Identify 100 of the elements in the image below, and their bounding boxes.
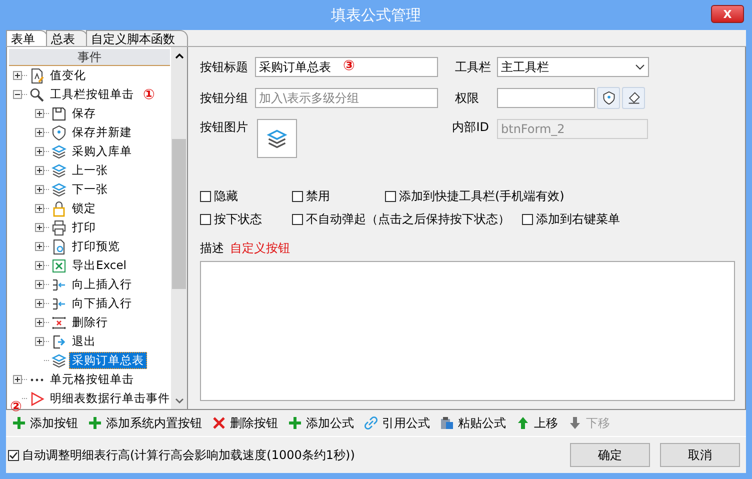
tab[interactable]: 总表	[46, 30, 88, 46]
shield-button[interactable]	[597, 87, 620, 109]
tree-item[interactable]: 打印	[69, 219, 99, 236]
checkbox[interactable]	[200, 191, 211, 202]
checkbox[interactable]	[292, 191, 303, 202]
tree-item[interactable]: 采购入库单	[69, 143, 135, 160]
tree-item[interactable]: 保存	[69, 105, 99, 122]
checkbox-label[interactable]: 添加到右键菜单	[536, 211, 620, 228]
tree-item[interactable]: 锁定	[69, 200, 99, 217]
layers-icon	[266, 128, 288, 150]
expander-toggle[interactable]	[35, 223, 44, 232]
expander-toggle[interactable]	[35, 299, 44, 308]
field-label: 权限	[454, 90, 480, 106]
expander-toggle[interactable]	[35, 280, 44, 289]
field-label: 描述	[200, 240, 224, 257]
expander-toggle[interactable]	[35, 109, 44, 118]
toolbar-button[interactable]: 上移	[516, 414, 558, 432]
chevron-up-icon[interactable]	[174, 52, 184, 58]
shield-icon	[51, 124, 67, 140]
save-icon	[51, 106, 67, 122]
toolbar-button[interactable]: 删除按钮	[212, 414, 278, 432]
insert-row-icon	[51, 276, 67, 292]
chevron-down-icon	[635, 64, 645, 70]
checkbox[interactable]	[200, 214, 211, 225]
group-field[interactable]: 加入\表示多级分组	[255, 88, 438, 108]
link-icon	[364, 416, 378, 430]
scrollbar[interactable]	[171, 47, 187, 409]
plus-icon	[12, 416, 26, 430]
magnifier-icon	[29, 86, 45, 102]
annotation-marker: ③	[343, 58, 355, 74]
toolbar-button[interactable]: 粘贴公式	[440, 414, 506, 432]
expander-toggle[interactable]	[13, 375, 22, 384]
tree-item[interactable]: 下一张	[69, 181, 111, 198]
expander-toggle[interactable]	[35, 337, 44, 346]
tree-item[interactable]: 导出Excel	[69, 257, 130, 274]
close-button[interactable]: X	[711, 5, 744, 23]
expander-toggle[interactable]	[35, 128, 44, 137]
description-value: 自定义按钮	[230, 240, 290, 257]
toolbar-dropdown[interactable]: 主工具栏	[497, 57, 649, 77]
plus-icon	[288, 416, 302, 430]
description-field[interactable]	[200, 261, 735, 401]
expander-toggle[interactable]	[35, 261, 44, 270]
checkbox-label[interactable]: 隐藏	[214, 188, 238, 205]
chevron-down-icon[interactable]	[174, 398, 184, 404]
field-label: 内部ID	[451, 119, 490, 136]
field-label: 按钮图片	[200, 119, 249, 136]
expander-toggle[interactable]	[35, 204, 44, 213]
checkbox-label[interactable]: 按下状态	[214, 211, 262, 228]
checkbox-label[interactable]: 自动调整明细表行高(计算行高会影响加载速度(1000条约1秒))	[22, 446, 355, 464]
checkbox-label[interactable]: 不自动弹起（点击之后保持按下状态）	[306, 211, 510, 228]
tree-item[interactable]: 向下插入行	[69, 295, 135, 312]
expander-toggle[interactable]	[13, 71, 22, 80]
arrow-up-icon	[516, 416, 530, 430]
permission-field[interactable]	[497, 88, 595, 108]
dialog-button[interactable]: 确定	[570, 443, 650, 467]
expander-toggle[interactable]	[35, 166, 44, 175]
tree-item[interactable]: 明细表数据行单击事件	[47, 390, 171, 407]
tree-item[interactable]: 打印预览	[69, 238, 123, 255]
shield-icon	[602, 91, 616, 105]
expander-toggle[interactable]	[35, 185, 44, 194]
toolbar-button[interactable]: 添加系统内置按钮	[88, 414, 202, 432]
exit-icon	[51, 334, 67, 350]
checkbox-label[interactable]: 禁用	[306, 188, 330, 205]
tree-item[interactable]: 值变化	[47, 67, 89, 84]
dialog-button[interactable]: 取消	[660, 443, 740, 467]
field-label: 按钮分组	[200, 90, 249, 106]
checkbox[interactable]	[385, 191, 396, 202]
tree-item[interactable]: 退出	[69, 333, 99, 350]
tab[interactable]: 表单	[6, 30, 48, 46]
checkbox-label[interactable]: 添加到快捷工具栏(手机端有效)	[399, 188, 564, 205]
layers-icon	[51, 144, 67, 160]
triangle-icon	[29, 390, 45, 406]
checkbox[interactable]	[522, 214, 533, 225]
expander-toggle[interactable]	[35, 242, 44, 251]
toolbar-button[interactable]: 引用公式	[364, 414, 430, 432]
delete-row-icon	[51, 314, 67, 330]
checkbox[interactable]	[8, 450, 19, 460]
image-picker[interactable]	[257, 119, 297, 158]
expander-toggle[interactable]	[35, 318, 44, 327]
checkbox[interactable]	[292, 214, 303, 225]
expander-toggle[interactable]	[13, 90, 22, 99]
eraser-icon	[626, 91, 640, 105]
tree-item[interactable]: 采购订单总表	[69, 352, 147, 369]
tree-item[interactable]: 单元格按钮单击	[47, 371, 137, 388]
tab[interactable]: 自定义脚本函数	[86, 30, 188, 46]
annotation-marker: ①	[143, 86, 155, 102]
window-title: 填表公式管理	[331, 6, 421, 24]
annotation-marker: ②	[10, 399, 22, 415]
eraser-button[interactable]	[622, 87, 645, 109]
tree-item[interactable]: 工具栏按钮单击	[47, 86, 137, 103]
toolbar-button[interactable]: 添加按钮	[12, 414, 78, 432]
toolbar-button[interactable]: 添加公式	[288, 414, 354, 432]
expander-toggle[interactable]	[35, 147, 44, 156]
field-label: 按钮标题	[200, 58, 249, 76]
tree-item[interactable]: 向上插入行	[69, 276, 135, 293]
lock-icon	[51, 200, 67, 216]
tree-item[interactable]: 删除行	[69, 314, 111, 331]
plus-icon	[88, 416, 102, 430]
tree-item[interactable]: 保存并新建	[69, 124, 135, 141]
tree-item[interactable]: 上一张	[69, 162, 111, 179]
